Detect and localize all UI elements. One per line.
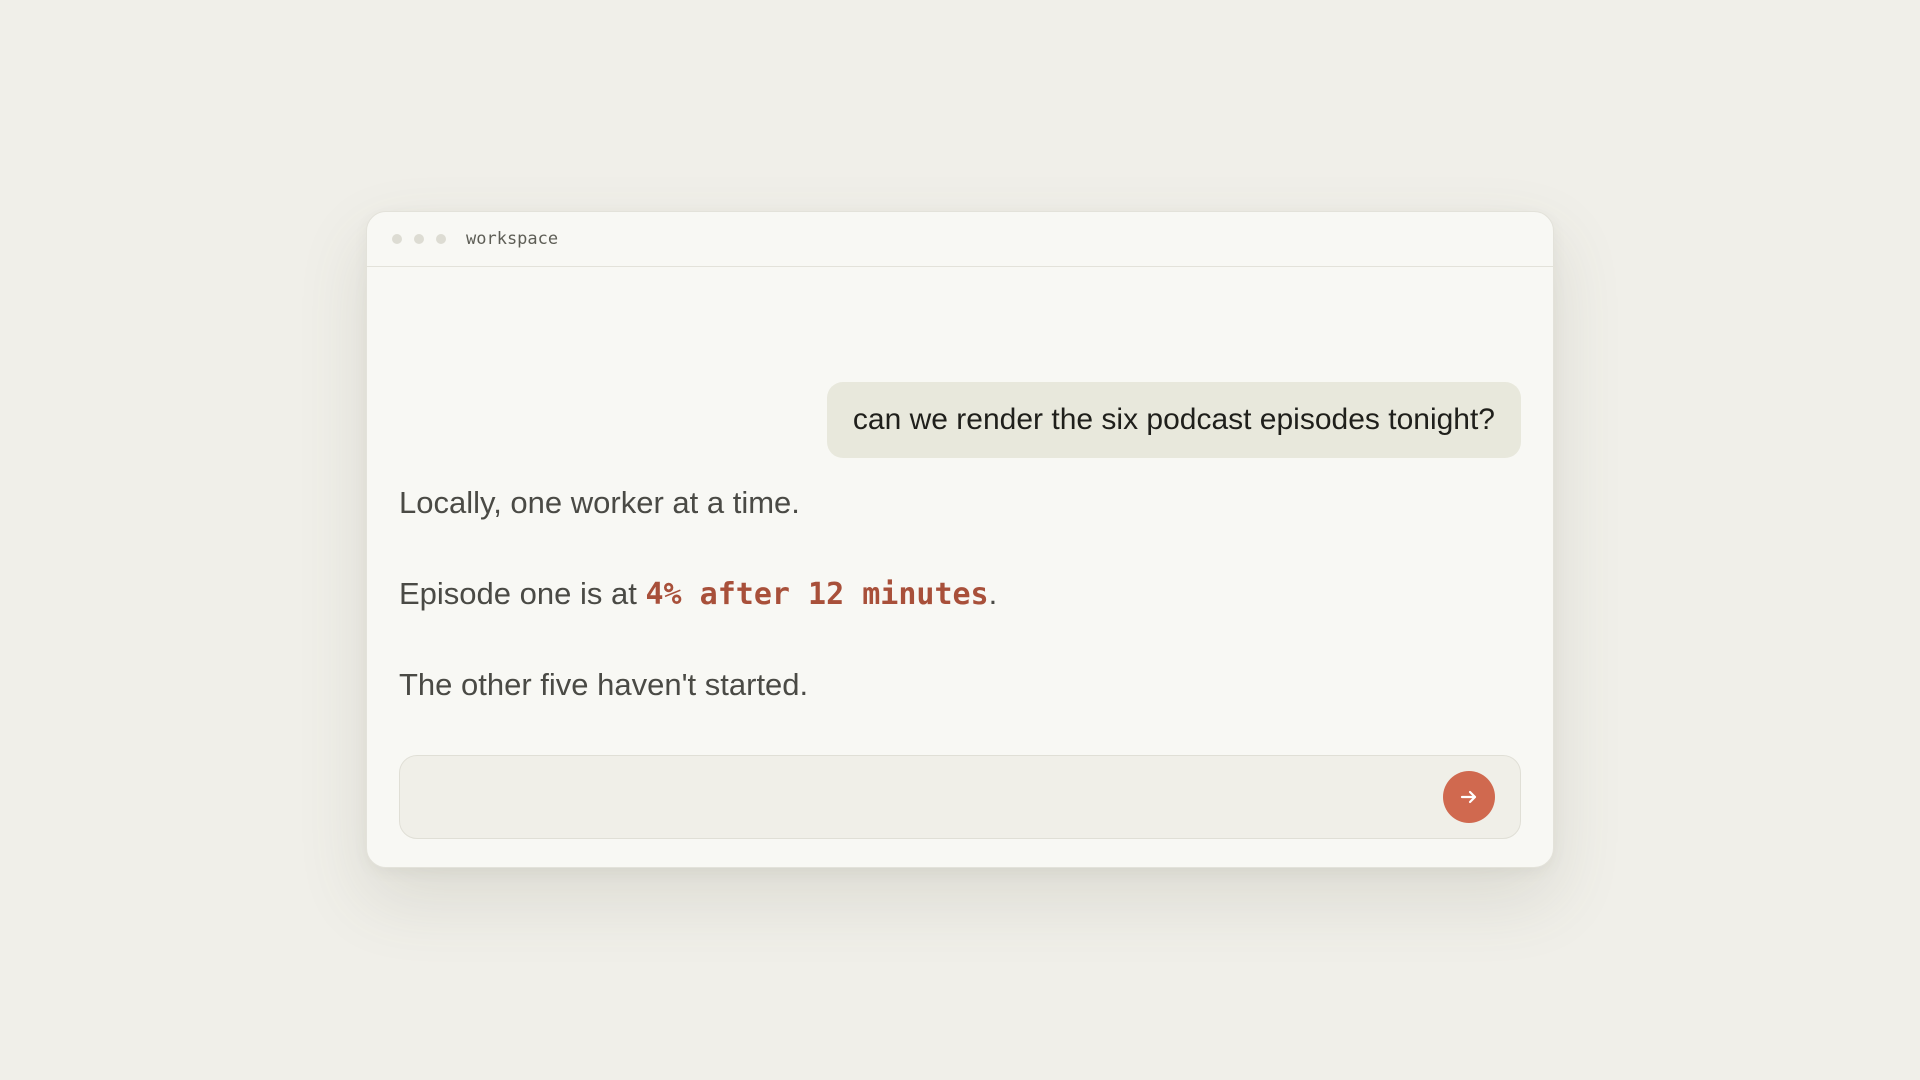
message-input[interactable]: [422, 756, 1420, 840]
arrow-right-icon: [1460, 790, 1477, 804]
title-bar: workspace: [367, 212, 1553, 267]
reply-text: .: [988, 576, 998, 611]
window-control-dot[interactable]: [392, 234, 402, 244]
chat-window: workspace can we render the six podcast …: [366, 211, 1554, 868]
window-control-dot[interactable]: [414, 234, 424, 244]
send-button[interactable]: [1443, 771, 1495, 823]
user-message-bubble: can we render the six podcast episodes t…: [826, 382, 1521, 458]
message-composer: [399, 755, 1521, 840]
assistant-reply-line: The other five haven't started.: [399, 667, 809, 702]
window-title: workspace: [466, 229, 559, 249]
assistant-reply-line: Episode one is at 4% after 12 minutes.: [399, 576, 997, 612]
window-control-dot[interactable]: [436, 234, 446, 244]
progress-highlight: 4% after 12 minutes: [645, 577, 989, 612]
assistant-reply-line: Locally, one worker at a time.: [399, 485, 800, 520]
reply-text: Episode one is at: [399, 576, 646, 611]
